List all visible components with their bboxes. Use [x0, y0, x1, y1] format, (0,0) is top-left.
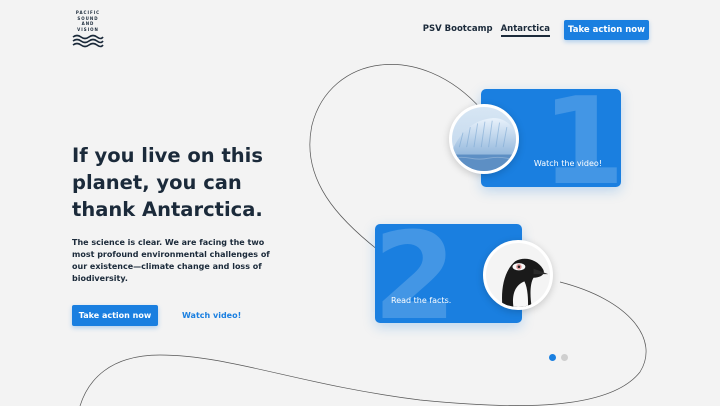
hero-body: The science is clear. We are facing the … — [72, 238, 270, 283]
hero-headline: If you live on this planet, you can than… — [72, 144, 263, 221]
page: PACIFIC SOUND AND VISION PSV Bootcamp An… — [0, 0, 720, 406]
pager-dot-1[interactable] — [549, 354, 556, 361]
card-label: Read the facts. — [391, 296, 452, 305]
card-number: 2 — [375, 224, 457, 323]
site-logo[interactable]: PACIFIC SOUND AND VISION — [72, 10, 104, 48]
watch-video-link[interactable]: Watch video! — [182, 311, 241, 320]
nav-take-action-button[interactable]: Take action now — [564, 20, 649, 40]
top-nav: PSV Bootcamp Antarctica Take action now — [423, 20, 649, 40]
nav-link-antarctica[interactable]: Antarctica — [500, 24, 551, 37]
carousel-pager — [549, 354, 573, 361]
pager-dot-2[interactable] — [561, 354, 568, 361]
waves-icon — [72, 35, 104, 48]
logo-wordmark: PACIFIC SOUND AND VISION — [75, 10, 101, 32]
card-number: 1 — [541, 89, 622, 187]
penguin-image — [483, 240, 553, 310]
card-label: Watch the video! — [533, 159, 602, 168]
nav-link-psv-bootcamp[interactable]: PSV Bootcamp — [423, 24, 493, 37]
take-action-button[interactable]: Take action now — [72, 305, 158, 326]
iceberg-image — [449, 104, 519, 174]
